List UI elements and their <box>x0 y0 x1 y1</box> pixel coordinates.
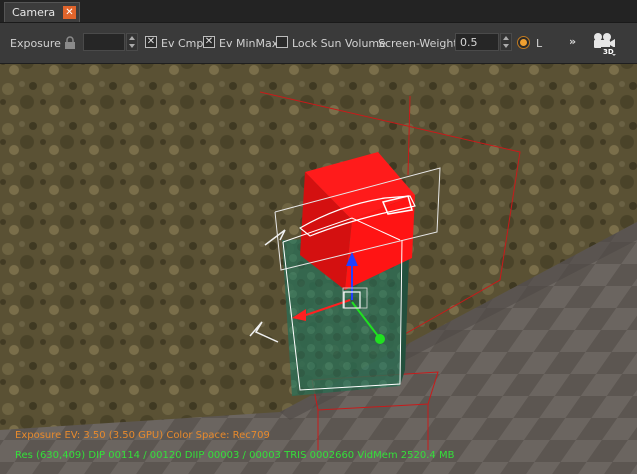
ev-cmp-label: Ev Cmp <box>161 37 204 50</box>
lock-sun-checkbox[interactable] <box>276 36 288 48</box>
screen-weight-input[interactable] <box>455 33 499 51</box>
overflow-chevron-icon[interactable]: » <box>569 35 576 48</box>
view-mode-badge: 3D <box>603 48 614 56</box>
render-stats: Res (630,409) DIP 00114 / 00120 DIIP 000… <box>15 450 455 461</box>
tab-label: Camera <box>12 6 56 19</box>
exposure-input[interactable] <box>83 33 125 51</box>
exposure-label: Exposure <box>10 37 61 50</box>
lock-sun-label: Lock Sun Volume <box>292 37 386 50</box>
camera-toolbar: Exposure ✕ Ev Cmp ✕ Ev MinMax Lock Sun V… <box>0 23 637 64</box>
close-icon[interactable]: ✕ <box>63 6 76 19</box>
ev-minmax-checkbox[interactable]: ✕ <box>203 36 215 48</box>
exposure-readout: Exposure EV: 3.50 (3.50 GPU) Color Space… <box>15 430 270 441</box>
ev-cmp-checkbox[interactable]: ✕ <box>145 36 157 48</box>
l-radio[interactable] <box>517 36 530 49</box>
viewport-3d[interactable] <box>0 64 637 474</box>
lock-icon[interactable] <box>64 36 76 50</box>
camera-icon[interactable]: 3D <box>590 31 618 57</box>
screen-weight-stepper[interactable] <box>500 33 512 51</box>
screen-weight-label: Screen-Weight <box>378 37 458 50</box>
tab-bar: Camera ✕ <box>0 0 637 23</box>
tab-camera[interactable]: Camera ✕ <box>4 2 80 22</box>
exposure-stepper[interactable] <box>126 33 138 51</box>
ev-minmax-label: Ev MinMax <box>219 37 279 50</box>
l-radio-label: L <box>536 37 543 50</box>
gizmo-z-handle[interactable] <box>375 334 385 344</box>
